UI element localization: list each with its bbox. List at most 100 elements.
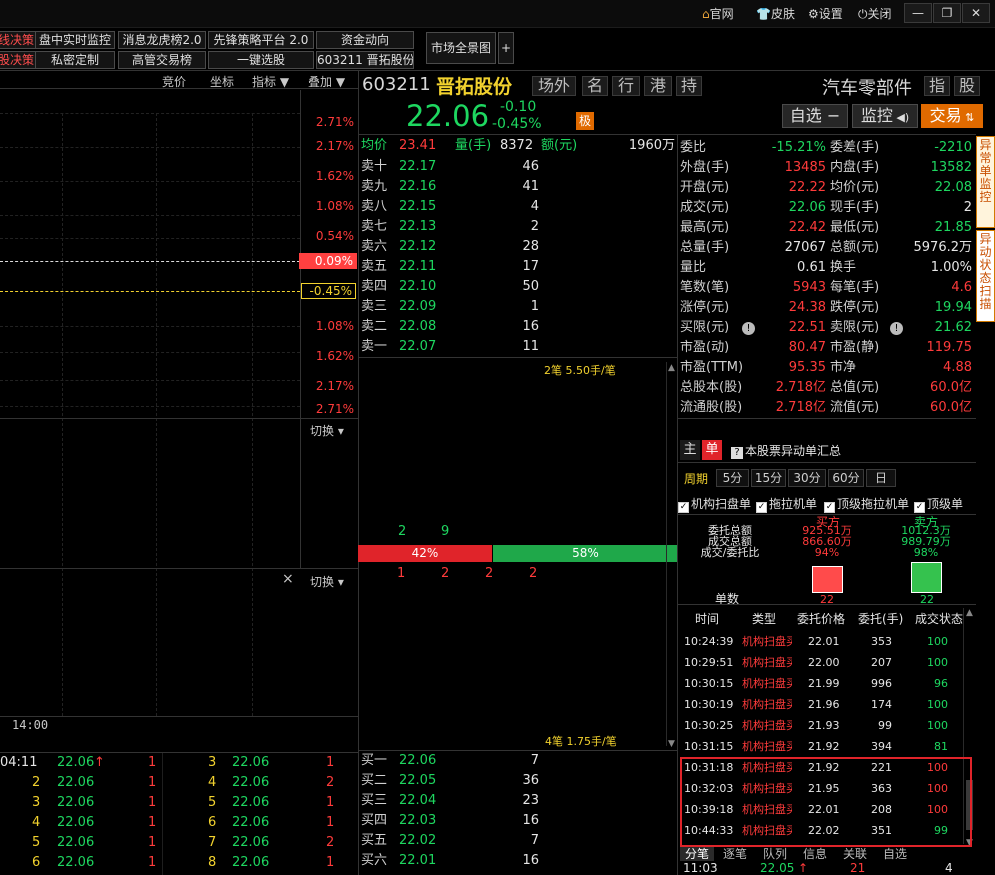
period-button[interactable]: 日 xyxy=(866,469,896,487)
bid-label: 买四 xyxy=(361,813,388,828)
watchlist-button[interactable]: 自选 − xyxy=(782,104,848,128)
stat-label: 内盘(手) xyxy=(830,160,880,175)
indicator-dropdown[interactable]: 指标 ▼ xyxy=(252,73,289,90)
index-tag[interactable]: 指 xyxy=(924,76,950,96)
ask-label: 卖五 xyxy=(361,259,388,274)
official-site-link[interactable]: ⌂官网 xyxy=(702,5,734,23)
stat-label: 市净 xyxy=(830,360,857,375)
summary-title: ? 本股票异动单汇总 xyxy=(731,442,841,459)
toolbar-row2-button[interactable]: 一键选股 xyxy=(208,51,314,69)
coordinate-tab[interactable]: 坐标 xyxy=(210,73,234,90)
orderbook-scrollbar[interactable]: ▲ ▼ xyxy=(666,362,676,749)
stat-label: 成交(元) xyxy=(680,200,730,215)
row-time: 10:29:51 xyxy=(684,656,734,669)
table-row[interactable]: 10:31:15 机构扫盘买 21.92 394 81 xyxy=(680,736,962,757)
period-button[interactable]: 5分 xyxy=(716,469,749,487)
row-qty: 207 xyxy=(871,656,892,669)
pct-label-down: 1.08% xyxy=(315,319,354,333)
overlay-dropdown[interactable]: 叠加 ▼ xyxy=(308,73,345,90)
table-row[interactable]: 10:30:25 机构扫盘买 21.93 99 100 xyxy=(680,715,962,736)
minimize-button[interactable]: — xyxy=(904,3,932,23)
row-price: 21.92 xyxy=(808,740,840,753)
bid-auction-tab[interactable]: 竞价 xyxy=(162,73,186,90)
trade-button[interactable]: 交易 ⇅ xyxy=(921,104,983,128)
filter-checkbox[interactable]: ✓ 机构扫盘单 xyxy=(678,496,751,513)
restore-button[interactable]: ❐ xyxy=(933,3,961,23)
ask-label: 卖二 xyxy=(361,319,388,334)
stock-tag-3[interactable]: 港 xyxy=(644,76,672,96)
period-button[interactable]: 30分 xyxy=(788,469,826,487)
table-row[interactable]: 10:24:39 机构扫盘买 22.01 353 100 xyxy=(680,631,962,652)
switch-dropdown-2[interactable]: 切换 ▾ xyxy=(310,573,344,590)
tick-index: 7 xyxy=(208,835,217,850)
stock-tag-2[interactable]: 行 xyxy=(612,76,640,96)
extreme-badge: 极 xyxy=(576,112,594,130)
toolbar-row2-button[interactable]: 高管交易榜 xyxy=(118,51,206,69)
tab-order[interactable]: 单 xyxy=(702,440,722,460)
status-scan-tab[interactable]: 异动状态扫描 xyxy=(976,230,995,322)
table-header-cell: 委托(手) xyxy=(858,612,904,626)
skin-button[interactable]: 👕皮肤 xyxy=(756,5,795,23)
tick-price: 22.06 xyxy=(57,795,95,810)
stock-tag[interactable]: 股 xyxy=(954,76,980,96)
stat-label: 量比 xyxy=(680,260,707,275)
filter-checkbox[interactable]: ✓ 顶级单 xyxy=(914,496,963,513)
switch-dropdown-1[interactable]: 切换 ▾ xyxy=(310,422,344,439)
table-row[interactable]: 10:30:19 机构扫盘买 21.96 174 100 xyxy=(680,694,962,715)
info-icon[interactable]: ! xyxy=(890,322,903,335)
pct-label-down: 1.62% xyxy=(315,349,354,363)
ask-level: 卖一 22.07 11 xyxy=(361,337,661,357)
close-icon[interactable]: × xyxy=(282,571,294,587)
gear-icon: ⚙ xyxy=(808,7,819,21)
stats-row: 市盈(动) 80.47 市盈(静) 119.75 xyxy=(680,338,974,358)
filter-checkbox[interactable]: ✓ 拖拉机单 xyxy=(756,496,817,513)
bottom-tab[interactable]: 关联 xyxy=(836,847,874,861)
close-app-button[interactable]: ⏻关闭 xyxy=(858,5,892,23)
table-row[interactable]: 10:29:51 机构扫盘买 22.00 207 100 xyxy=(680,652,962,673)
tick-index: 5 xyxy=(208,795,217,810)
toolbar-row1-button[interactable]: 盘中实时监控 xyxy=(35,31,115,49)
toolbar-row2-button[interactable]: 股决策 xyxy=(0,51,40,69)
column-divider-1 xyxy=(358,71,359,875)
stock-tag-0[interactable]: 场外 xyxy=(532,76,576,96)
bottom-tab[interactable]: 自选 xyxy=(876,847,914,861)
ask-label: 卖八 xyxy=(361,199,388,214)
toolbar-row1-button[interactable]: 先锋策略平台 2.0 xyxy=(208,31,314,49)
toolbar-row2-button[interactable]: 私密定制 xyxy=(35,51,115,69)
ask-price: 22.16 xyxy=(399,179,437,194)
table-row[interactable]: 10:30:15 机构扫盘买 21.99 996 96 xyxy=(680,673,962,694)
bottom-tab[interactable]: 逐笔 xyxy=(716,847,754,861)
settings-button[interactable]: ⚙设置 xyxy=(808,5,843,23)
info-icon[interactable]: ! xyxy=(742,322,755,335)
chart-grid-line xyxy=(0,113,300,114)
period-button[interactable]: 60分 xyxy=(828,469,864,487)
bottom-tab[interactable]: 分笔 xyxy=(680,847,714,861)
bid-level: 买六 22.01 16 xyxy=(361,851,661,871)
filter-checkbox[interactable]: ✓ 顶级拖拉机单 xyxy=(824,496,909,513)
row-time: 10:24:39 xyxy=(684,635,734,648)
ask-volume: 17 xyxy=(522,259,539,274)
ask-level: 卖七 22.13 2 xyxy=(361,217,661,237)
abnormal-monitor-tab[interactable]: 异常单监控 xyxy=(976,136,995,228)
tab-main[interactable]: 主 xyxy=(680,440,700,460)
stock-tag-1[interactable]: 名 xyxy=(582,76,608,96)
chart-grid-line xyxy=(0,215,300,216)
stats-row: 量比 0.61 换手 1.00% xyxy=(680,258,974,278)
monitor-button[interactable]: 监控 ◀) xyxy=(852,104,918,128)
tick-index: 8 xyxy=(208,855,217,870)
stock-tag-4[interactable]: 持 xyxy=(676,76,702,96)
toolbar-row1-button[interactable]: 资金动向 xyxy=(316,31,414,49)
toolbar-row1-button[interactable]: 线决策 xyxy=(0,31,40,49)
market-panorama-button[interactable]: 市场全景图 xyxy=(426,32,496,64)
toolbar-row2-button[interactable]: 603211 晋拓股份 xyxy=(316,51,414,69)
bottom-tab[interactable]: 队列 xyxy=(756,847,794,861)
tick-price: 22.06 xyxy=(232,755,270,770)
add-tab-button[interactable]: + xyxy=(498,32,514,64)
period-button[interactable]: 15分 xyxy=(751,469,786,487)
bottom-tab[interactable]: 信息 xyxy=(796,847,834,861)
toolbar-row1-button[interactable]: 消息龙虎榜2.0 xyxy=(118,31,206,49)
stat-value: 2.718亿 xyxy=(775,400,826,415)
count-4: 2 xyxy=(529,566,538,581)
window-close-button[interactable]: ✕ xyxy=(962,3,990,23)
stat-value: 2.718亿 xyxy=(775,380,826,395)
